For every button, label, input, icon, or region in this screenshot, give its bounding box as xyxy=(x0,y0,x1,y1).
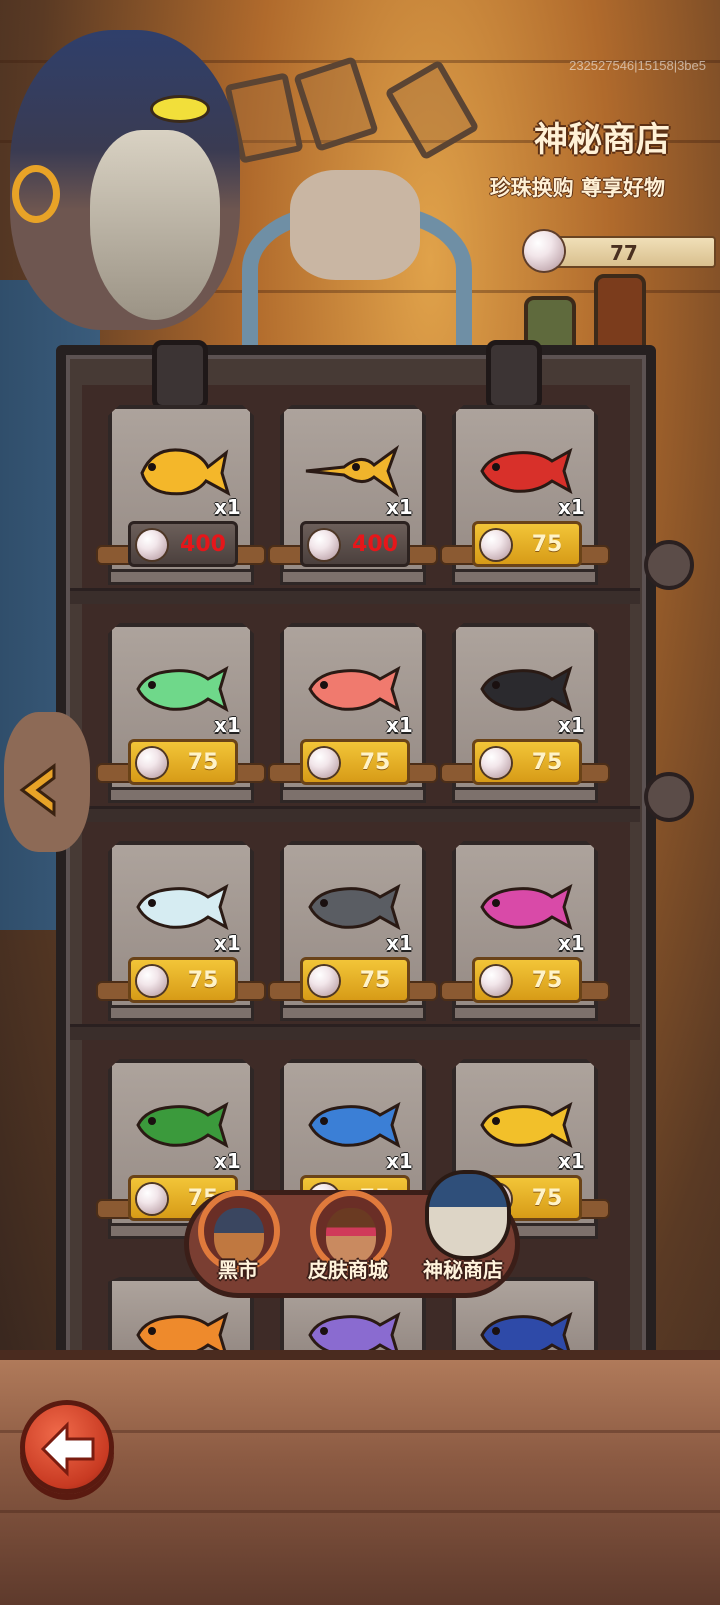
merchant-eye xyxy=(150,95,210,123)
item-price: 75 xyxy=(359,750,391,775)
card-base xyxy=(280,569,426,585)
item-quantity: x1 xyxy=(558,713,585,737)
back-button[interactable] xyxy=(20,1400,114,1494)
item-quantity: x1 xyxy=(214,713,241,737)
item-quantity: x1 xyxy=(214,1149,241,1173)
pearl-icon xyxy=(309,748,339,778)
pearl-icon xyxy=(137,748,167,778)
item-quantity: x1 xyxy=(386,495,413,519)
item-quantity: x1 xyxy=(558,1149,585,1173)
pearl-icon xyxy=(481,966,511,996)
pearl-icon xyxy=(481,748,511,778)
buy-button[interactable]: 400 xyxy=(300,521,410,567)
item-quantity: x1 xyxy=(386,1149,413,1173)
card-base xyxy=(108,1005,254,1021)
floor xyxy=(0,1350,720,1605)
item-price: 75 xyxy=(187,750,219,775)
build-id: 232527546|15158|3be5 xyxy=(569,58,706,73)
cabinet-bolt xyxy=(644,772,694,822)
buy-button[interactable]: 75 xyxy=(472,521,582,567)
pearl-icon xyxy=(524,231,564,271)
item-quantity: x1 xyxy=(386,931,413,955)
card-base xyxy=(108,787,254,803)
back-arrow-icon xyxy=(40,1421,95,1477)
pearl-icon xyxy=(309,530,339,560)
pearl-balance-value: 77 xyxy=(610,241,638,265)
cabinet-hinge xyxy=(486,340,542,410)
floor-plank xyxy=(0,1510,720,1513)
cabinet-hinge xyxy=(152,340,208,410)
pearl-icon xyxy=(309,966,339,996)
item-price: 75 xyxy=(187,968,219,993)
merchant-hand xyxy=(290,170,420,280)
buy-button[interactable]: 75 xyxy=(472,739,582,785)
item-price: 400 xyxy=(352,532,398,557)
hanging-mug xyxy=(293,56,379,152)
left-chevron-icon[interactable] xyxy=(14,762,60,818)
shelf xyxy=(70,1024,640,1040)
card-base xyxy=(452,1005,598,1021)
item-quantity: x1 xyxy=(214,495,241,519)
cabinet-bolt xyxy=(644,540,694,590)
merchant-earring xyxy=(12,165,60,223)
tab-label: 黑市 xyxy=(218,1258,258,1282)
merchant-beard xyxy=(90,130,220,320)
pearl-balance: 77 xyxy=(540,236,716,268)
buy-button[interactable]: 75 xyxy=(128,957,238,1003)
buy-button[interactable]: 75 xyxy=(472,957,582,1003)
item-quantity: x1 xyxy=(558,931,585,955)
item-price: 75 xyxy=(359,968,391,993)
shelf xyxy=(70,806,640,822)
tab-label: 皮肤商城 xyxy=(308,1258,388,1282)
pearl-icon xyxy=(481,530,511,560)
card-base xyxy=(452,787,598,803)
mystery-shop-merchant-icon xyxy=(425,1170,511,1260)
hanging-mug xyxy=(384,59,480,161)
buy-button[interactable]: 75 xyxy=(128,739,238,785)
item-price: 75 xyxy=(531,750,563,775)
item-quantity: x1 xyxy=(558,495,585,519)
buy-button[interactable]: 75 xyxy=(300,739,410,785)
item-quantity: x1 xyxy=(214,931,241,955)
item-quantity: x1 xyxy=(386,713,413,737)
item-price: 75 xyxy=(531,1186,563,1211)
item-price: 75 xyxy=(531,968,563,993)
tab-label: 神秘商店 xyxy=(423,1258,503,1282)
card-base xyxy=(108,569,254,585)
buy-button[interactable]: 75 xyxy=(300,957,410,1003)
card-base xyxy=(280,787,426,803)
pearl-icon xyxy=(137,966,167,996)
item-price: 400 xyxy=(180,532,226,557)
pearl-icon xyxy=(137,1184,167,1214)
item-price: 75 xyxy=(531,532,563,557)
pearl-icon xyxy=(137,530,167,560)
card-base xyxy=(452,569,598,585)
page-subtitle: 珍珠换购 尊享好物 xyxy=(489,176,665,200)
shelf xyxy=(70,588,640,604)
game-scene: 232527546|15158|3be5 神秘商店 珍珠换购 尊享好物 77 x… xyxy=(0,0,720,1605)
page-title: 神秘商店 xyxy=(534,120,670,160)
buy-button[interactable]: 400 xyxy=(128,521,238,567)
card-base xyxy=(280,1005,426,1021)
